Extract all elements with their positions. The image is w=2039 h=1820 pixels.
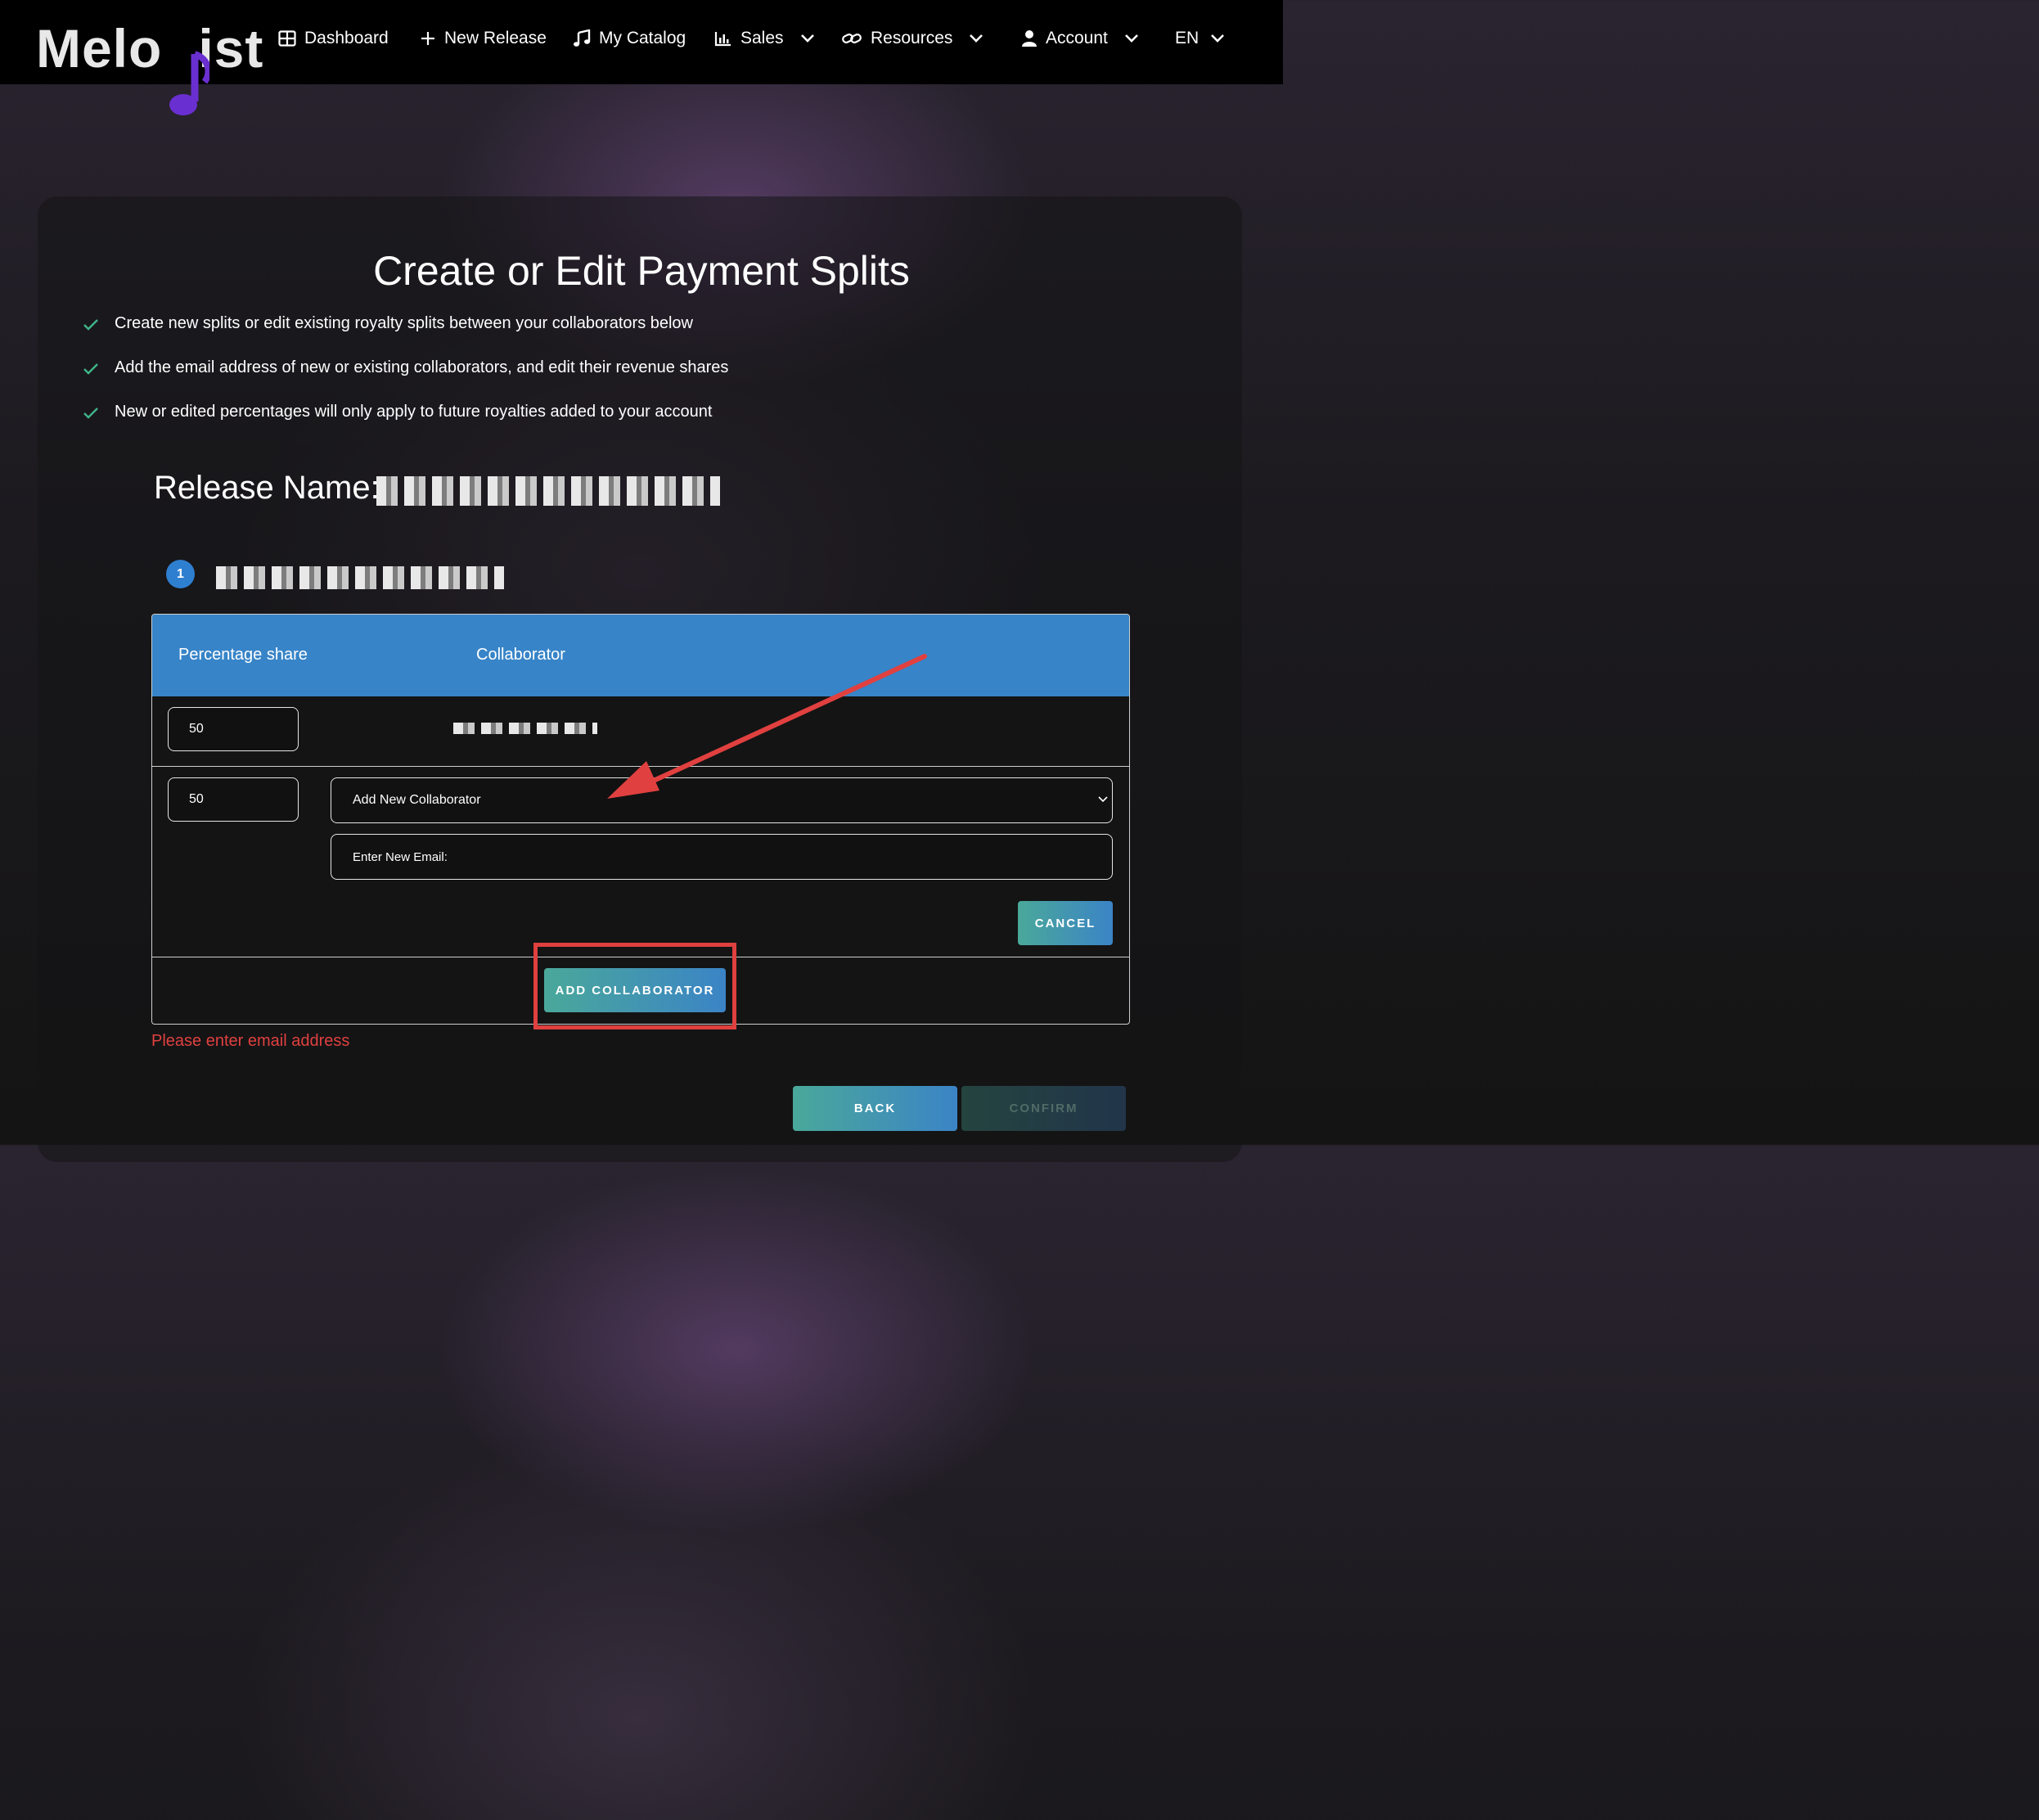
back-button[interactable]: BACK [793, 1086, 957, 1131]
annotation-arrow [607, 654, 927, 799]
confirm-button[interactable]: CONFIRM [961, 1086, 1126, 1131]
email-error-message: Please enter email address [151, 1032, 350, 1050]
